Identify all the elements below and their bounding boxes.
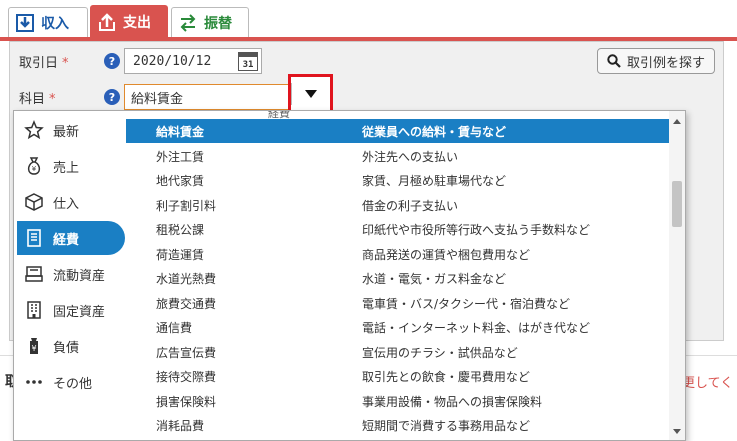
upload-icon [97,12,117,32]
account-value: 給料賃金 [131,91,184,107]
chevron-down-icon [305,90,317,98]
transaction-type-tabs: 収入 支出 振替 [0,0,737,38]
category-latest[interactable]: 最新 [17,113,125,147]
category-fixed-assets[interactable]: 固定資産 [17,293,125,327]
svg-text:¥: ¥ [32,165,37,173]
account-item[interactable]: 接待交際費 取引先との飲食・慶弔費用など [126,364,669,388]
date-input[interactable]: 2020/10/12 31 [124,48,262,74]
account-item[interactable]: 旅費交通費 電車賃・バス/タクシー代・宿泊費など [126,291,669,315]
star-icon [23,119,45,141]
account-label: 科目 * [19,92,56,107]
building-icon [23,299,45,321]
scroll-up-icon[interactable] [673,119,681,124]
search-examples-label: 取引例を探す [626,55,705,71]
account-list: 経費 給料賃金 従業員への給料・賃与など 外注工賃 外注先への支払い 地代家賃 家賃、… [126,111,669,440]
tab-income[interactable]: 収入 [8,7,88,38]
tab-income-label: 収入 [41,16,69,32]
help-icon[interactable]: ? [104,53,120,69]
tab-transfer-label: 振替 [204,16,232,32]
background-notice-fragment: 更してく [682,376,734,391]
account-item[interactable]: 水道光熱費 水道・電気・ガス料金など [126,266,669,290]
account-item[interactable]: 損害保険料 事業用設備・物品への損害保険料 [126,389,669,413]
account-item[interactable]: 広告宣伝費 宣伝用のチラシ・試供品など [126,340,669,364]
required-mark: * [62,56,69,71]
receipt-icon [23,227,45,249]
category-liabilities[interactable]: ¥ 負債 [17,329,125,363]
scrollbar-thumb[interactable] [672,181,682,227]
account-item[interactable]: 利子割引料 借金の利子支払い [126,193,669,217]
category-current-assets[interactable]: 流動資産 [17,257,125,291]
account-item[interactable]: 地代家賃 家賃、月極め駐車場代など [126,168,669,192]
date-label: 取引日 * [19,56,69,71]
account-item[interactable]: 租税公課 印紙代や市役所等行政へ支払う手数料など [126,217,669,241]
date-value: 2020/10/12 [133,53,212,69]
category-list: 最新 ¥ 売上 仕入 経費 流動資産 固定資産 ¥ 負債 その他 [14,111,127,440]
ellipsis-icon [23,371,45,393]
svg-text:¥: ¥ [31,344,36,353]
cash-register-icon [23,263,45,285]
account-item[interactable]: 荷造運賃 商品発送の運賃や梱包費用など [126,242,669,266]
account-item[interactable]: 通信費 電話・インターネット料金、はがき代など [126,315,669,339]
download-icon [15,13,35,33]
category-sales[interactable]: ¥ 売上 [17,149,125,183]
account-item[interactable]: 給料賃金 従業員への給料・賃与など [126,119,669,143]
tab-expense-label: 支出 [123,15,151,31]
scroll-down-icon[interactable] [673,429,681,434]
search-icon [607,54,621,68]
search-examples-button[interactable]: 取引例を探す [597,48,715,74]
transfer-arrows-icon [178,13,198,33]
box-icon [23,191,45,213]
tab-expense[interactable]: 支出 [90,5,168,38]
category-purchases[interactable]: 仕入 [17,185,125,219]
account-dropdown: 最新 ¥ 売上 仕入 経費 流動資産 固定資産 ¥ 負債 その他 経費 給料賃金… [13,110,686,441]
money-bag-yen-icon: ¥ [23,335,45,357]
tab-transfer[interactable]: 振替 [171,7,249,38]
category-expenses[interactable]: 経費 [17,221,125,255]
account-list-scrollbar[interactable] [669,111,685,440]
category-other[interactable]: その他 [17,365,125,399]
account-item[interactable]: 外注工賃 外注先への支払い [126,144,669,168]
money-bag-icon: ¥ [23,155,45,177]
calendar-icon[interactable]: 31 [238,52,258,71]
account-item[interactable]: 消耗品費 短期間で消費する事務用品など [126,413,669,437]
required-mark: * [49,92,56,107]
help-icon[interactable]: ? [104,89,120,105]
